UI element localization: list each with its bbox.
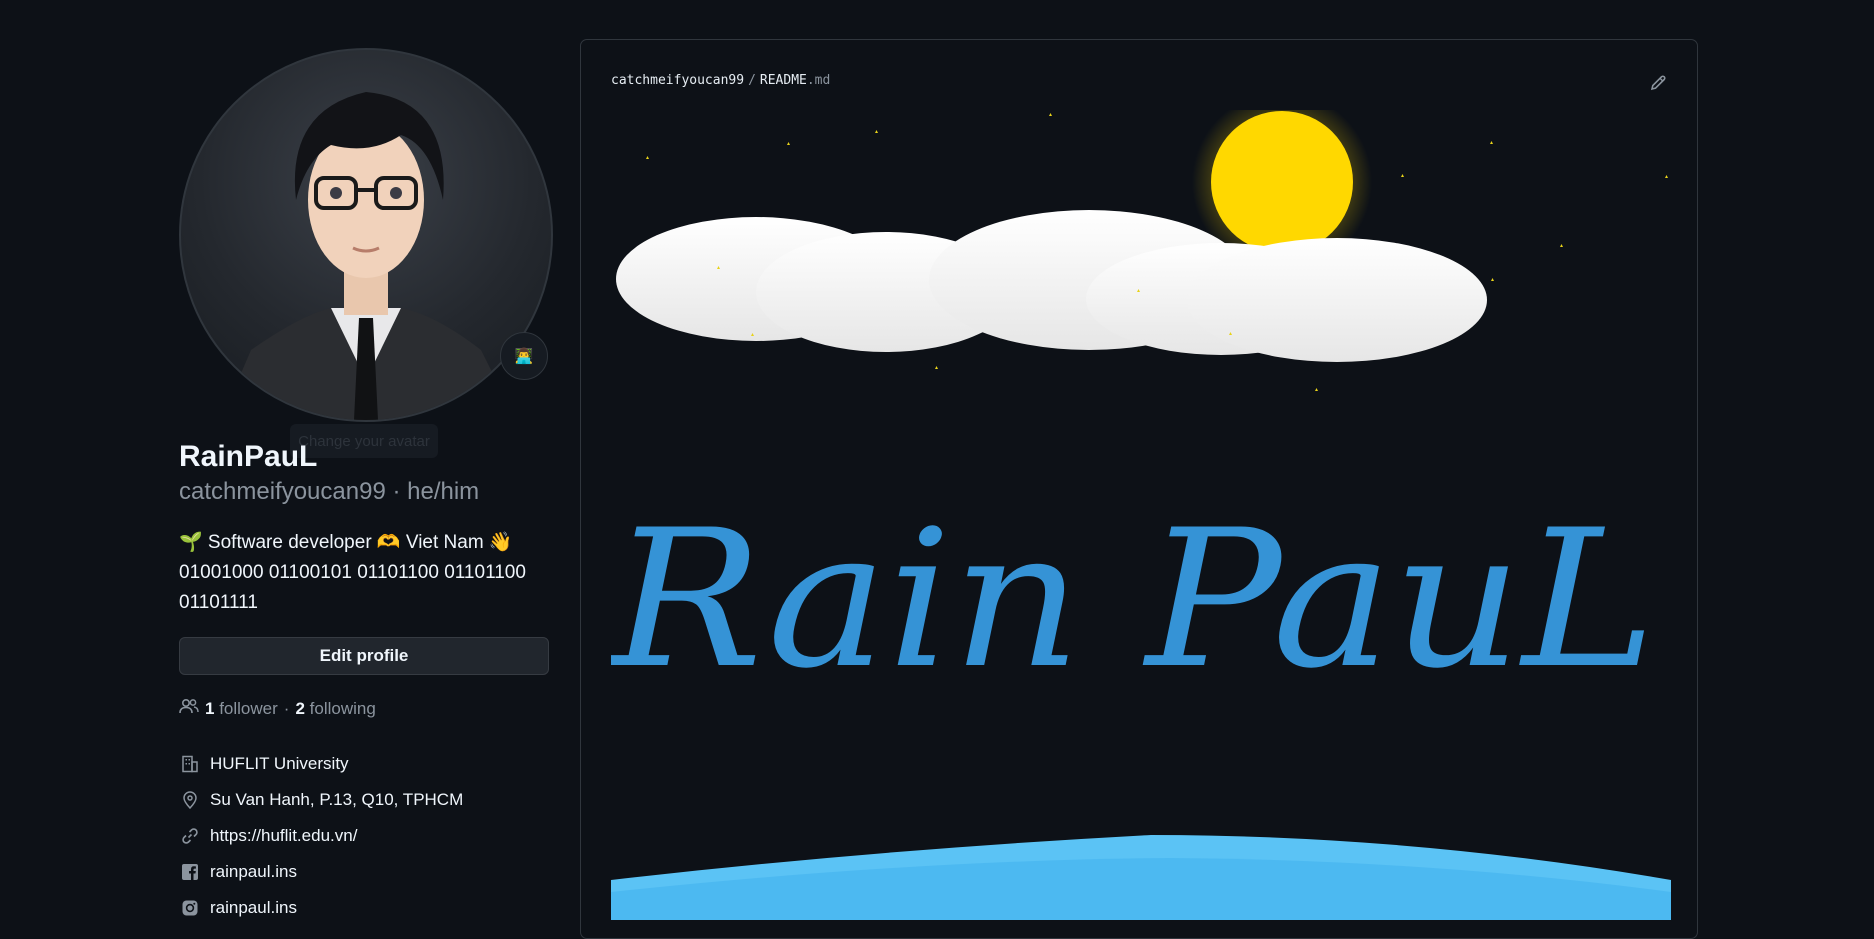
readme-banner: Rain PauL	[611, 489, 1656, 710]
detail-location: Su Van Hanh, P.13, Q10, TPHCM	[179, 782, 463, 818]
website-link[interactable]: https://huflit.edu.vn/	[210, 826, 357, 846]
profile-login: catchmeifyoucan99	[179, 478, 386, 505]
detail-organization: HUFLIT University	[179, 746, 463, 782]
repo-link[interactable]: catchmeifyoucan99	[611, 73, 744, 88]
bio-line: 01101111	[179, 592, 258, 613]
readme-file-ext: .md	[806, 73, 831, 88]
profile-name: RainPauL	[179, 440, 318, 473]
instagram-link[interactable]: rainpaul.ins	[210, 898, 297, 918]
sky-scene	[616, 110, 1668, 391]
profile-login-line: catchmeifyoucan99 · he/him	[179, 478, 479, 506]
organization-text: HUFLIT University	[210, 754, 349, 773]
location-icon	[179, 789, 201, 811]
instagram-icon	[179, 897, 201, 919]
detail-instagram: rainpaul.ins	[179, 890, 463, 926]
following-link[interactable]: 2 following	[295, 699, 375, 719]
facebook-icon	[179, 861, 201, 883]
organization-icon	[179, 753, 201, 775]
banner-text: Rain PauL	[611, 489, 1656, 710]
bio-line: 01001000 01100101 01101100 01101100	[179, 562, 526, 583]
sun	[1211, 111, 1353, 253]
followers-link[interactable]: 1 follower	[205, 699, 278, 719]
pronoun-separator: ·	[385, 478, 408, 505]
readme-breadcrumb: catchmeifyoucan99 / README.md	[611, 73, 830, 88]
water-wave	[611, 835, 1671, 920]
detail-facebook: rainpaul.ins	[179, 854, 463, 890]
clouds	[616, 210, 1487, 362]
avatar-illustration	[221, 92, 516, 420]
edit-readme-button[interactable]	[1649, 74, 1667, 97]
readme-card: catchmeifyoucan99 / README.md Rain PauL	[580, 39, 1698, 939]
edit-profile-button[interactable]: Edit profile	[179, 637, 549, 675]
bio-line: 🌱 Software developer 🫶 Viet Nam 👋	[179, 532, 513, 553]
location-text: Su Van Hanh, P.13, Q10, TPHCM	[210, 790, 464, 809]
breadcrumb-separator: /	[748, 73, 756, 88]
people-icon	[179, 698, 199, 719]
link-icon	[179, 825, 201, 847]
profile-details: HUFLIT University Su Van Hanh, P.13, Q10…	[179, 746, 463, 926]
profile-bio: 🌱 Software developer 🫶 Viet Nam 👋 010010…	[179, 528, 559, 618]
profile-pronouns: he/him	[407, 478, 480, 505]
avatar-icon: 👨‍💻	[514, 348, 534, 365]
dot-separator: ·	[283, 698, 290, 718]
change-avatar-button[interactable]: 👨‍💻	[500, 332, 548, 380]
detail-website: https://huflit.edu.vn/	[179, 818, 463, 854]
facebook-link[interactable]: rainpaul.ins	[210, 862, 297, 882]
pencil-icon	[1649, 75, 1667, 96]
readme-file-name[interactable]: README	[760, 73, 807, 88]
avatar[interactable]	[179, 48, 553, 422]
follow-stats: 1 follower · 2 following	[179, 698, 376, 719]
